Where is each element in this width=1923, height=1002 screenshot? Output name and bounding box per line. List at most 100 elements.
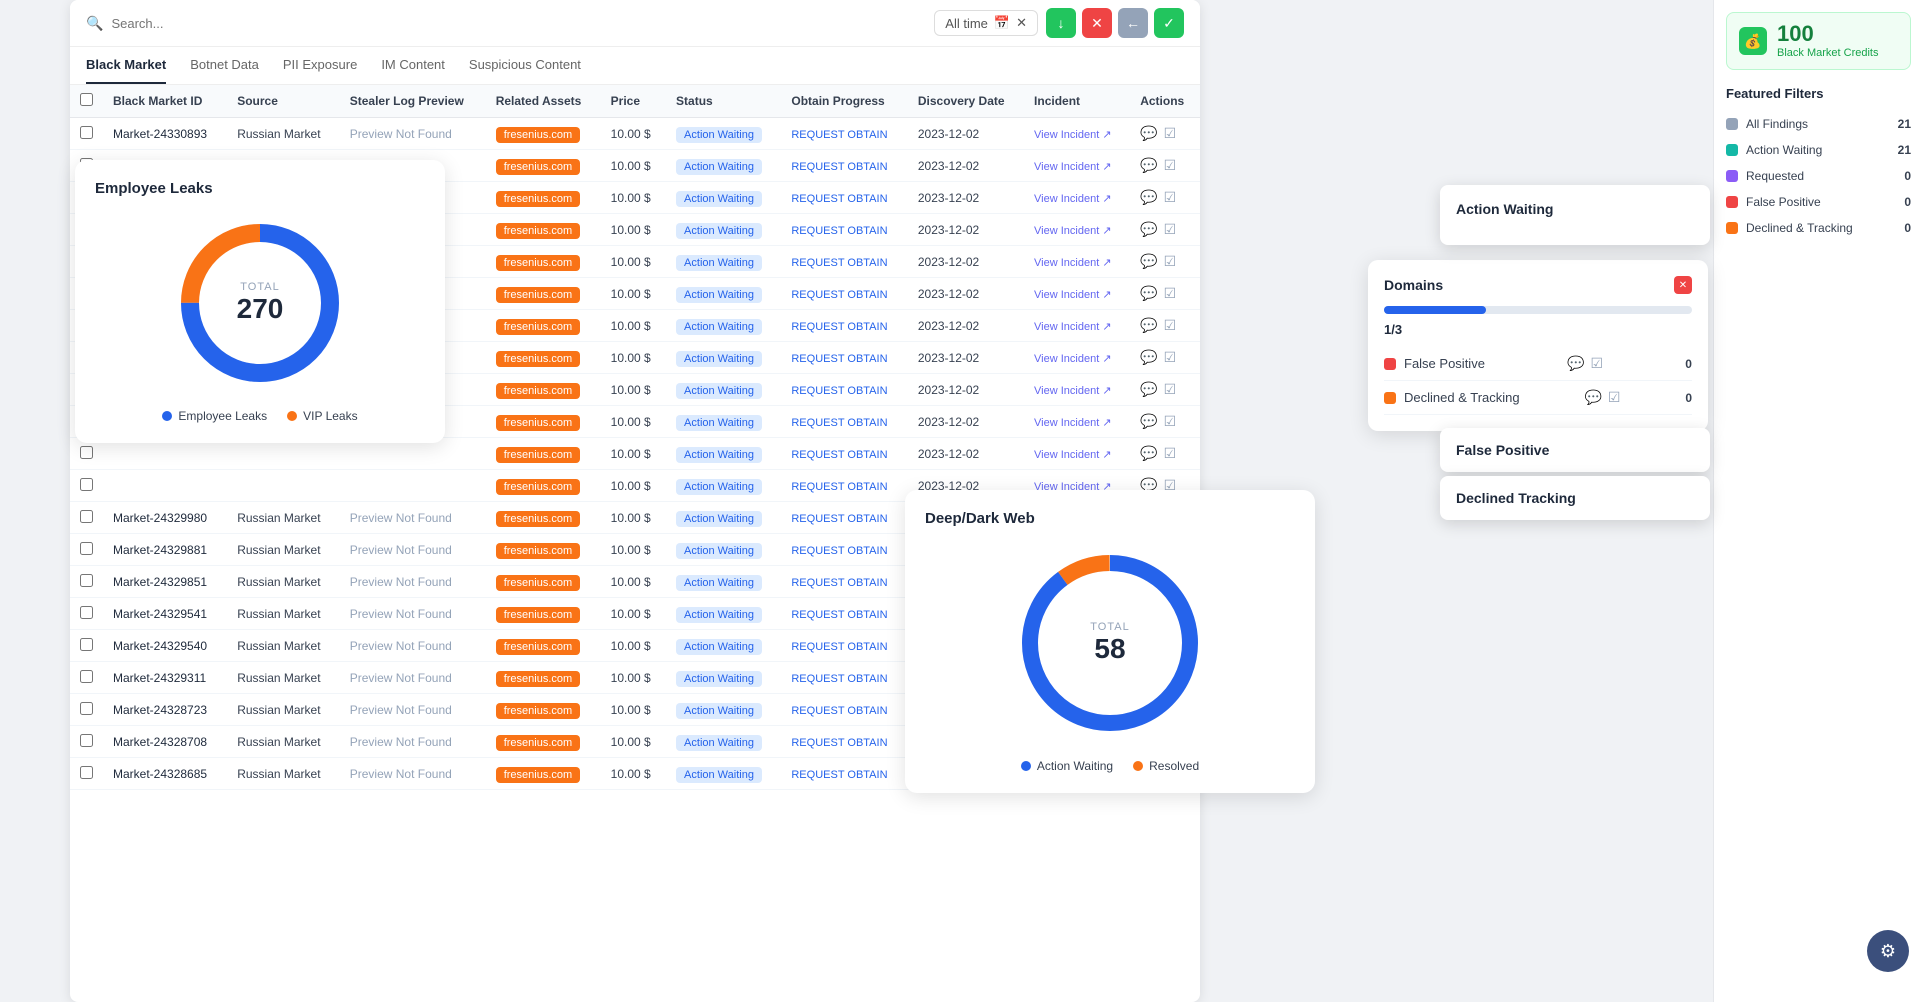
obtain-button[interactable]: REQUEST OBTAIN: [791, 289, 887, 301]
download-button[interactable]: ↓: [1046, 8, 1076, 38]
domain-filter-dt[interactable]: Declined & Tracking 💬 ☑ 0: [1384, 381, 1692, 415]
select-all-checkbox[interactable]: [80, 93, 93, 106]
comment-icon[interactable]: 💬: [1140, 317, 1157, 334]
obtain-button[interactable]: REQUEST OBTAIN: [791, 737, 887, 749]
row-checkbox-12[interactable]: [80, 510, 93, 523]
asset-badge[interactable]: fresenius.com: [496, 543, 580, 559]
obtain-button[interactable]: REQUEST OBTAIN: [791, 481, 887, 493]
comment-icon[interactable]: 💬: [1140, 253, 1157, 270]
filter-requested[interactable]: Requested 0: [1726, 163, 1911, 189]
asset-badge[interactable]: fresenius.com: [496, 575, 580, 591]
row-checkbox-18[interactable]: [80, 702, 93, 715]
row-checkbox-15[interactable]: [80, 606, 93, 619]
obtain-button[interactable]: REQUEST OBTAIN: [791, 577, 887, 589]
close-date-icon[interactable]: ✕: [1016, 15, 1027, 31]
comment-icon[interactable]: 💬: [1140, 189, 1157, 206]
incident-link[interactable]: View Incident ↗: [1034, 257, 1112, 269]
asset-badge[interactable]: fresenius.com: [496, 159, 580, 175]
asset-badge[interactable]: fresenius.com: [496, 639, 580, 655]
tab-im-content[interactable]: IM Content: [381, 47, 445, 84]
asset-badge[interactable]: fresenius.com: [496, 767, 580, 783]
confirm-button[interactable]: ✓: [1154, 8, 1184, 38]
tab-suspicious-content[interactable]: Suspicious Content: [469, 47, 581, 84]
tab-pii-exposure[interactable]: PII Exposure: [283, 47, 357, 84]
filter-all-findings[interactable]: All Findings 21: [1726, 111, 1911, 137]
asset-badge[interactable]: fresenius.com: [496, 351, 580, 367]
incident-link[interactable]: View Incident ↗: [1034, 161, 1112, 173]
asset-badge[interactable]: fresenius.com: [496, 607, 580, 623]
filter-declined-tracking[interactable]: Declined & Tracking 0: [1726, 215, 1911, 241]
row-checkbox-14[interactable]: [80, 574, 93, 587]
asset-badge[interactable]: fresenius.com: [496, 287, 580, 303]
comment-icon[interactable]: 💬: [1140, 157, 1157, 174]
comment-icon[interactable]: 💬: [1140, 445, 1157, 462]
asset-badge[interactable]: fresenius.com: [496, 319, 580, 335]
row-checkbox-13[interactable]: [80, 542, 93, 555]
incident-link[interactable]: View Incident ↗: [1034, 449, 1112, 461]
filter-action-waiting[interactable]: Action Waiting 21: [1726, 137, 1911, 163]
row-checkbox-17[interactable]: [80, 670, 93, 683]
comment-icon[interactable]: 💬: [1140, 221, 1157, 238]
obtain-button[interactable]: REQUEST OBTAIN: [791, 161, 887, 173]
check-icon[interactable]: ☑: [1164, 349, 1177, 366]
asset-badge[interactable]: fresenius.com: [496, 671, 580, 687]
back-button[interactable]: ←: [1118, 8, 1148, 38]
incident-link[interactable]: View Incident ↗: [1034, 321, 1112, 333]
row-checkbox-11[interactable]: [80, 478, 93, 491]
obtain-button[interactable]: REQUEST OBTAIN: [791, 673, 887, 685]
obtain-button[interactable]: REQUEST OBTAIN: [791, 705, 887, 717]
date-filter[interactable]: All time 📅 ✕: [934, 10, 1038, 36]
asset-badge[interactable]: fresenius.com: [496, 383, 580, 399]
comment-icon[interactable]: 💬: [1140, 125, 1157, 142]
asset-badge[interactable]: fresenius.com: [496, 511, 580, 527]
asset-badge[interactable]: fresenius.com: [496, 127, 580, 143]
asset-badge[interactable]: fresenius.com: [496, 255, 580, 271]
check-icon[interactable]: ☑: [1164, 253, 1177, 270]
tab-botnet-data[interactable]: Botnet Data: [190, 47, 259, 84]
incident-link[interactable]: View Incident ↗: [1034, 353, 1112, 365]
incident-link[interactable]: View Incident ↗: [1034, 385, 1112, 397]
asset-badge[interactable]: fresenius.com: [496, 415, 580, 431]
asset-badge[interactable]: fresenius.com: [496, 191, 580, 207]
settings-button[interactable]: ⚙: [1867, 930, 1909, 972]
check-icon[interactable]: ☑: [1164, 125, 1177, 142]
asset-badge[interactable]: fresenius.com: [496, 735, 580, 751]
asset-badge[interactable]: fresenius.com: [496, 703, 580, 719]
comment-icon[interactable]: 💬: [1567, 355, 1584, 372]
obtain-button[interactable]: REQUEST OBTAIN: [791, 225, 887, 237]
incident-link[interactable]: View Incident ↗: [1034, 289, 1112, 301]
obtain-button[interactable]: REQUEST OBTAIN: [791, 353, 887, 365]
row-checkbox-19[interactable]: [80, 734, 93, 747]
check-icon[interactable]: ☑: [1164, 285, 1177, 302]
row-checkbox-20[interactable]: [80, 766, 93, 779]
comment-icon-2[interactable]: 💬: [1584, 389, 1601, 406]
obtain-button[interactable]: REQUEST OBTAIN: [791, 417, 887, 429]
check-icon[interactable]: ☑: [1164, 413, 1177, 430]
obtain-button[interactable]: REQUEST OBTAIN: [791, 321, 887, 333]
row-checkbox-0[interactable]: [80, 126, 93, 139]
obtain-button[interactable]: REQUEST OBTAIN: [791, 609, 887, 621]
obtain-button[interactable]: REQUEST OBTAIN: [791, 257, 887, 269]
filter-false-positive[interactable]: False Positive 0: [1726, 189, 1911, 215]
comment-icon[interactable]: 💬: [1140, 285, 1157, 302]
obtain-button[interactable]: REQUEST OBTAIN: [791, 385, 887, 397]
check-icon[interactable]: ☑: [1591, 355, 1604, 372]
incident-link[interactable]: View Incident ↗: [1034, 417, 1112, 429]
obtain-button[interactable]: REQUEST OBTAIN: [791, 129, 887, 141]
obtain-button[interactable]: REQUEST OBTAIN: [791, 193, 887, 205]
obtain-button[interactable]: REQUEST OBTAIN: [791, 513, 887, 525]
incident-link[interactable]: View Incident ↗: [1034, 225, 1112, 237]
check-icon[interactable]: ☑: [1164, 189, 1177, 206]
search-input[interactable]: [111, 16, 926, 31]
asset-badge[interactable]: fresenius.com: [496, 479, 580, 495]
check-icon-2[interactable]: ☑: [1608, 389, 1621, 406]
check-icon[interactable]: ☑: [1164, 445, 1177, 462]
incident-link[interactable]: View Incident ↗: [1034, 129, 1112, 141]
comment-icon[interactable]: 💬: [1140, 381, 1157, 398]
check-icon[interactable]: ☑: [1164, 157, 1177, 174]
row-checkbox-16[interactable]: [80, 638, 93, 651]
comment-icon[interactable]: 💬: [1140, 349, 1157, 366]
row-checkbox-10[interactable]: [80, 446, 93, 459]
delete-button[interactable]: ✕: [1082, 8, 1112, 38]
asset-badge[interactable]: fresenius.com: [496, 447, 580, 463]
